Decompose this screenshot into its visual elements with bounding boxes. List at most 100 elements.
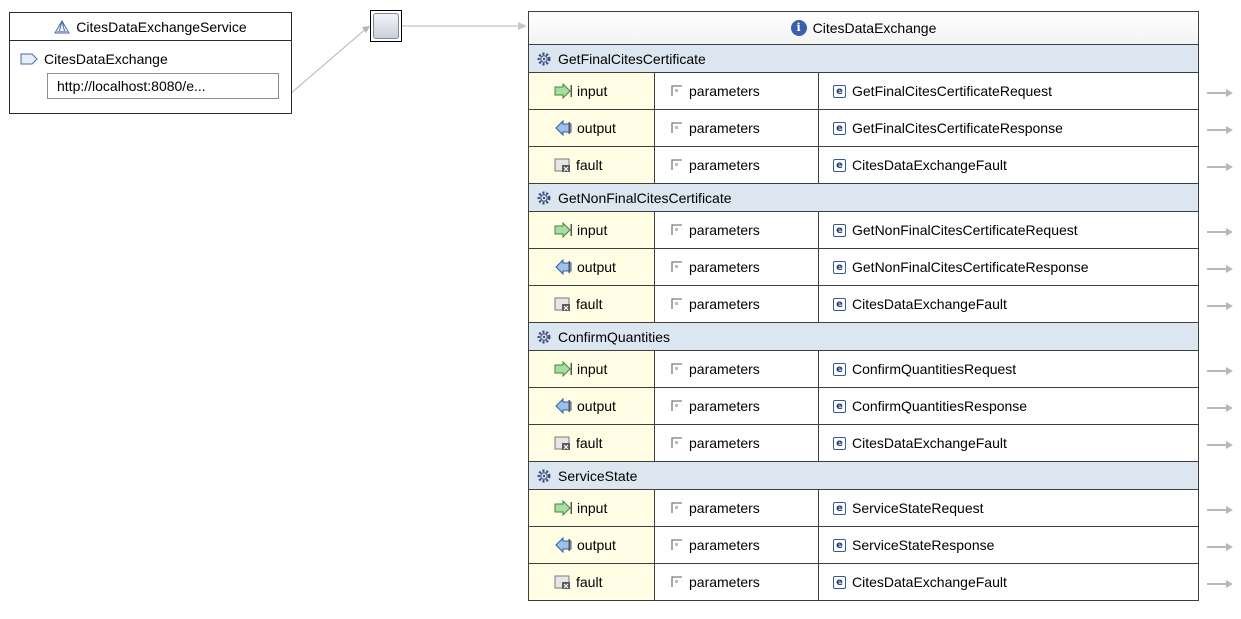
operation-name: GetNonFinalCitesCertificate — [558, 189, 732, 206]
message-part-cell[interactable]: parameters — [655, 527, 819, 563]
port-type-name: CitesDataExchange — [812, 20, 937, 36]
element-icon: e — [833, 260, 846, 274]
message-kind-cell[interactable]: input — [529, 212, 655, 248]
navigate-arrow-icon[interactable] — [1206, 577, 1234, 589]
message-element-cell[interactable]: e ServiceStateRequest — [819, 490, 1198, 526]
part-name: parameters — [689, 222, 760, 238]
message-element-cell[interactable]: e CitesDataExchangeFault — [819, 564, 1198, 600]
service-port[interactable]: CitesDataExchange — [10, 41, 291, 69]
message-part-cell[interactable]: parameters — [655, 249, 819, 285]
message-kind-cell[interactable]: output — [529, 527, 655, 563]
message-part-cell[interactable]: parameters — [655, 490, 819, 526]
element-icon: e — [833, 362, 846, 376]
message-row-output[interactable]: output parameters e ServiceStateResponse — [529, 527, 1198, 564]
message-kind: input — [577, 222, 608, 238]
message-row-output[interactable]: output parameters e GetNonFinalCitesCertifi… — [529, 249, 1198, 286]
message-row-input[interactable]: input parameters e ConfirmQuantitiesRequest — [529, 351, 1198, 388]
part-name: parameters — [689, 259, 760, 275]
message-element-cell[interactable]: e CitesDataExchangeFault — [819, 147, 1198, 183]
message-part-cell[interactable]: parameters — [655, 147, 819, 183]
element-name: GetFinalCitesCertificateRequest — [852, 83, 1052, 99]
interface-icon: i — [790, 20, 807, 36]
message-kind-cell[interactable]: fault — [529, 286, 655, 322]
message-kind-cell[interactable]: output — [529, 388, 655, 424]
message-row-output[interactable]: output parameters e ConfirmQuantitiesRespon… — [529, 388, 1198, 425]
message-part-cell[interactable]: parameters — [655, 286, 819, 322]
element-name: CitesDataExchangeFault — [852, 435, 1007, 451]
element-icon: e — [833, 399, 846, 413]
part-name: parameters — [689, 83, 760, 99]
navigate-arrow-icon[interactable] — [1206, 540, 1234, 552]
operation-row[interactable]: ConfirmQuantities — [529, 323, 1198, 351]
message-kind-cell[interactable]: fault — [529, 425, 655, 461]
message-element-cell[interactable]: e GetFinalCitesCertificateResponse — [819, 110, 1198, 146]
message-part-cell[interactable]: parameters — [655, 110, 819, 146]
part-icon — [671, 502, 683, 514]
message-row-fault[interactable]: fault parameters e CitesDataExchangeFault — [529, 147, 1198, 184]
navigate-arrow-icon[interactable] — [1206, 503, 1234, 515]
message-part-cell[interactable]: parameters — [655, 351, 819, 387]
navigate-arrow-icon[interactable] — [1206, 160, 1234, 172]
message-kind-cell[interactable]: input — [529, 73, 655, 109]
message-row-output[interactable]: output parameters e GetFinalCitesCertificat… — [529, 110, 1198, 147]
element-name: GetNonFinalCitesCertificateRequest — [852, 222, 1078, 238]
port-type-header[interactable]: i CitesDataExchange — [529, 12, 1198, 45]
message-kind-cell[interactable]: output — [529, 249, 655, 285]
message-kind-cell[interactable]: input — [529, 351, 655, 387]
message-row-input[interactable]: input parameters e ServiceStateRequest — [529, 490, 1198, 527]
message-element-cell[interactable]: e GetNonFinalCitesCertificateResponse — [819, 249, 1198, 285]
output-arrow-icon — [554, 259, 573, 275]
navigate-arrow-icon[interactable] — [1206, 123, 1234, 135]
message-element-cell[interactable]: e GetNonFinalCitesCertificateRequest — [819, 212, 1198, 248]
binding-icon — [373, 13, 399, 39]
port-address-field[interactable]: http://localhost:8080/e... — [47, 73, 279, 99]
message-kind-cell[interactable]: fault — [529, 564, 655, 600]
message-element-cell[interactable]: e ConfirmQuantitiesRequest — [819, 351, 1198, 387]
message-element-cell[interactable]: e ServiceStateResponse — [819, 527, 1198, 563]
message-part-cell[interactable]: parameters — [655, 73, 819, 109]
message-element-cell[interactable]: e ConfirmQuantitiesResponse — [819, 388, 1198, 424]
navigate-arrow-icon[interactable] — [1206, 401, 1234, 413]
navigate-arrow-icon[interactable] — [1206, 299, 1234, 311]
operation-row[interactable]: GetNonFinalCitesCertificate — [529, 184, 1198, 212]
navigate-arrow-icon[interactable] — [1206, 86, 1234, 98]
message-kind-cell[interactable]: input — [529, 490, 655, 526]
operation-gear-icon — [536, 51, 552, 67]
message-row-input[interactable]: input parameters e GetNonFinalCitesCertific… — [529, 212, 1198, 249]
message-kind: output — [577, 120, 616, 136]
message-part-cell[interactable]: parameters — [655, 425, 819, 461]
part-name: parameters — [689, 537, 760, 553]
message-element-cell[interactable]: e GetFinalCitesCertificateRequest — [819, 73, 1198, 109]
message-row-input[interactable]: input parameters e GetFinalCitesCertificate… — [529, 73, 1198, 110]
message-element-cell[interactable]: e CitesDataExchangeFault — [819, 286, 1198, 322]
message-element-cell[interactable]: e CitesDataExchangeFault — [819, 425, 1198, 461]
service-header[interactable]: CitesDataExchangeService — [10, 13, 291, 41]
navigate-arrow-icon[interactable] — [1206, 225, 1234, 237]
output-arrow-icon — [554, 120, 573, 136]
navigate-arrow-icon[interactable] — [1206, 438, 1234, 450]
message-row-fault[interactable]: fault parameters e CitesDataExchangeFault — [529, 564, 1198, 601]
message-kind-cell[interactable]: fault — [529, 147, 655, 183]
message-part-cell[interactable]: parameters — [655, 212, 819, 248]
binding-node[interactable] — [370, 10, 402, 42]
operation-gear-icon — [536, 329, 552, 345]
message-row-fault[interactable]: fault parameters e CitesDataExchangeFault — [529, 425, 1198, 462]
fault-icon — [554, 574, 572, 590]
element-name: ConfirmQuantitiesResponse — [852, 398, 1028, 414]
element-icon: e — [833, 501, 846, 515]
navigate-arrow-icon[interactable] — [1206, 364, 1234, 376]
message-part-cell[interactable]: parameters — [655, 388, 819, 424]
operation-row[interactable]: ServiceState — [529, 462, 1198, 490]
part-icon — [671, 437, 683, 449]
message-kind: fault — [576, 157, 603, 173]
message-kind: input — [577, 361, 608, 377]
part-icon — [671, 400, 683, 412]
operation-name: ServiceState — [558, 467, 638, 484]
part-name: parameters — [689, 361, 760, 377]
navigate-arrow-icon[interactable] — [1206, 262, 1234, 274]
message-kind-cell[interactable]: output — [529, 110, 655, 146]
message-row-fault[interactable]: fault parameters e CitesDataExchangeFault — [529, 286, 1198, 323]
message-part-cell[interactable]: parameters — [655, 564, 819, 600]
service-box[interactable]: CitesDataExchangeService CitesDataExchan… — [9, 12, 292, 114]
operation-row[interactable]: GetFinalCitesCertificate — [529, 45, 1198, 73]
